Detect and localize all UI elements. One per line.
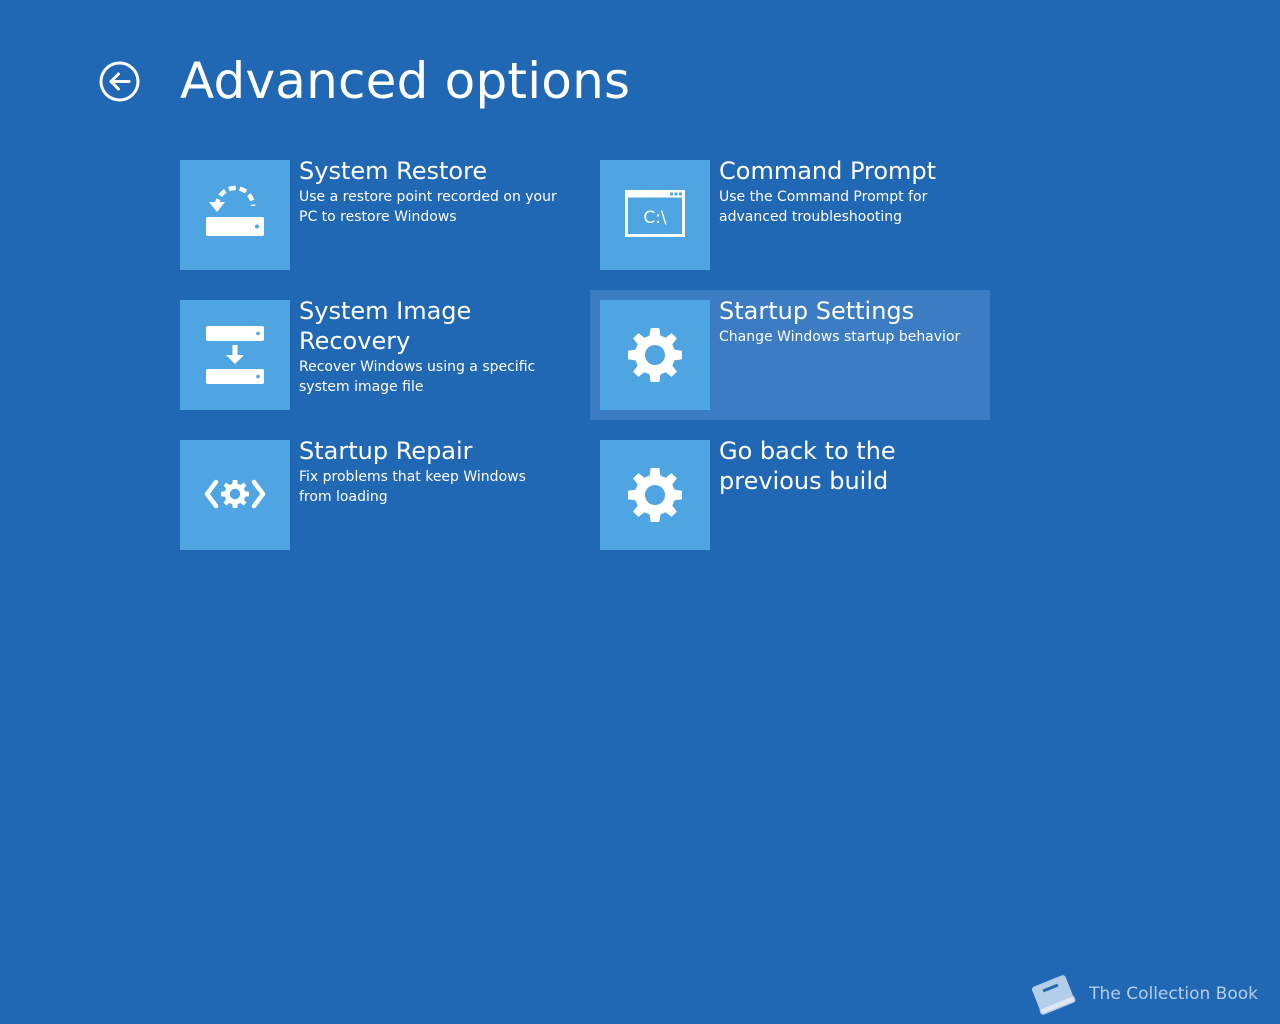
- option-go-back-previous-build[interactable]: Go back to the previous build: [590, 430, 990, 560]
- option-system-restore[interactable]: System Restore Use a restore point recor…: [170, 150, 570, 280]
- option-description: Use a restore point recorded on your PC …: [299, 189, 557, 225]
- option-title: Command Prompt: [719, 157, 937, 185]
- back-button[interactable]: [99, 61, 140, 102]
- watermark: The Collection Book: [1027, 968, 1258, 1020]
- option-startup-settings[interactable]: Startup Settings Change Windows startup …: [590, 290, 990, 420]
- option-description: Change Windows startup behavior: [719, 329, 961, 345]
- advanced-options-screen: Advanced options System Restore Use a re…: [0, 0, 1280, 1024]
- page-title: Advanced options: [180, 52, 631, 110]
- gear-icon: [628, 328, 682, 382]
- option-title: System Restore: [299, 157, 488, 185]
- svg-text:C:\: C:\: [643, 208, 667, 228]
- book-icon: [1032, 975, 1076, 1015]
- option-title: Go back to the previous build: [719, 437, 896, 495]
- system-restore-icon: [206, 185, 264, 236]
- gear-icon: [628, 468, 682, 522]
- option-description: Use the Command Prompt for advanced trou…: [719, 189, 928, 225]
- command-prompt-icon: C:\: [625, 190, 685, 237]
- option-startup-repair[interactable]: Startup Repair Fix problems that keep Wi…: [170, 430, 570, 560]
- option-title: Startup Settings: [719, 297, 915, 325]
- startup-repair-icon: [204, 479, 266, 509]
- option-title: System Image Recovery: [299, 297, 472, 355]
- watermark-text: The Collection Book: [1089, 984, 1258, 1004]
- option-description: Recover Windows using a specific system …: [299, 359, 536, 395]
- option-title: Startup Repair: [299, 437, 473, 465]
- option-description: Fix problems that keep Windows from load…: [299, 469, 526, 505]
- option-command-prompt[interactable]: C:\ Command Prompt Use the Command Promp…: [590, 150, 990, 280]
- system-image-recovery-icon: [206, 326, 264, 384]
- circle-arrow-left-icon: [99, 61, 140, 102]
- option-system-image-recovery[interactable]: System Image Recovery Recover Windows us…: [170, 290, 570, 420]
